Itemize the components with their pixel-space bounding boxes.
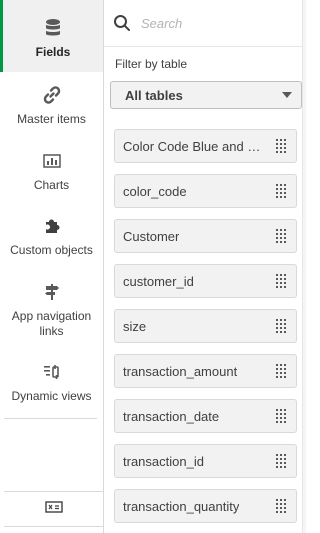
search-icon (113, 14, 131, 32)
rail-item-label: Custom objects (10, 243, 93, 257)
field-name: color_code (123, 183, 187, 199)
drag-handle-icon[interactable] (276, 454, 286, 468)
field-item[interactable]: size (114, 309, 297, 343)
rail-item-label: Dynamic views (11, 389, 92, 403)
field-item[interactable]: transaction_date (114, 399, 297, 433)
caret-down-icon (282, 92, 292, 98)
search-input[interactable] (141, 15, 291, 31)
table-filter-dropdown[interactable]: All tables (110, 81, 302, 109)
field-name: transaction_amount (123, 363, 238, 379)
field-name: Color Code Blue and Red (123, 138, 263, 154)
field-name: transaction_quantity (123, 498, 240, 514)
puzzle-icon (41, 215, 63, 237)
field-item[interactable]: Customer (114, 219, 297, 253)
field-name: transaction_date (123, 408, 220, 424)
drag-handle-icon[interactable] (276, 319, 286, 333)
variable-icon (45, 500, 63, 518)
field-item[interactable]: customer_id (114, 264, 297, 298)
field-name: transaction_id (123, 453, 204, 469)
rail-item-app-navigation-links[interactable]: App navigation links (0, 281, 103, 339)
rail-item-label: Fields (35, 45, 71, 59)
drag-handle-icon[interactable] (276, 139, 286, 153)
field-name: customer_id (123, 273, 194, 289)
field-name: size (123, 318, 147, 334)
rail-item-custom-objects[interactable]: Custom objects (0, 215, 103, 258)
field-item[interactable]: color_code (114, 174, 297, 208)
asset-rail: Fields Master items Charts Custom object… (0, 0, 104, 533)
drag-handle-icon[interactable] (276, 409, 286, 423)
drag-handle-icon[interactable] (276, 499, 286, 513)
rail-item-label: Charts (33, 178, 70, 192)
rail-item-fields[interactable]: Fields (0, 0, 103, 72)
fields-panel: Filter by table All tables Color Code Bl… (104, 0, 306, 533)
rail-divider (4, 418, 97, 419)
search-bar (104, 0, 302, 47)
link-icon (41, 84, 63, 106)
drag-handle-icon[interactable] (276, 184, 286, 198)
drag-handle-icon[interactable] (276, 229, 286, 243)
field-item[interactable]: transaction_id (114, 444, 297, 478)
variables-button[interactable] (4, 491, 104, 527)
rail-item-charts[interactable]: Charts (0, 150, 103, 193)
field-name: Customer (123, 228, 180, 244)
signpost-icon (41, 281, 63, 303)
rail-item-label: Master items (17, 112, 86, 126)
field-list: Color Code Blue and Red color_code Custo… (114, 129, 297, 533)
field-item[interactable]: transaction_quantity (114, 489, 297, 523)
rail-item-dynamic-views[interactable]: Dynamic views (0, 361, 103, 404)
field-item[interactable]: transaction_amount (114, 354, 297, 388)
scrollbar[interactable] (302, 0, 306, 533)
rail-item-master-items[interactable]: Master items (0, 84, 103, 127)
bar-chart-icon (41, 150, 63, 172)
dynamic-view-icon (41, 361, 63, 383)
rail-item-label: App navigation links (11, 309, 92, 338)
filter-label: Filter by table (115, 57, 188, 71)
dropdown-selected-value: All tables (125, 87, 183, 103)
field-item[interactable]: Color Code Blue and Red (114, 129, 297, 163)
drag-handle-icon[interactable] (276, 364, 286, 378)
database-icon (42, 17, 64, 39)
drag-handle-icon[interactable] (276, 274, 286, 288)
